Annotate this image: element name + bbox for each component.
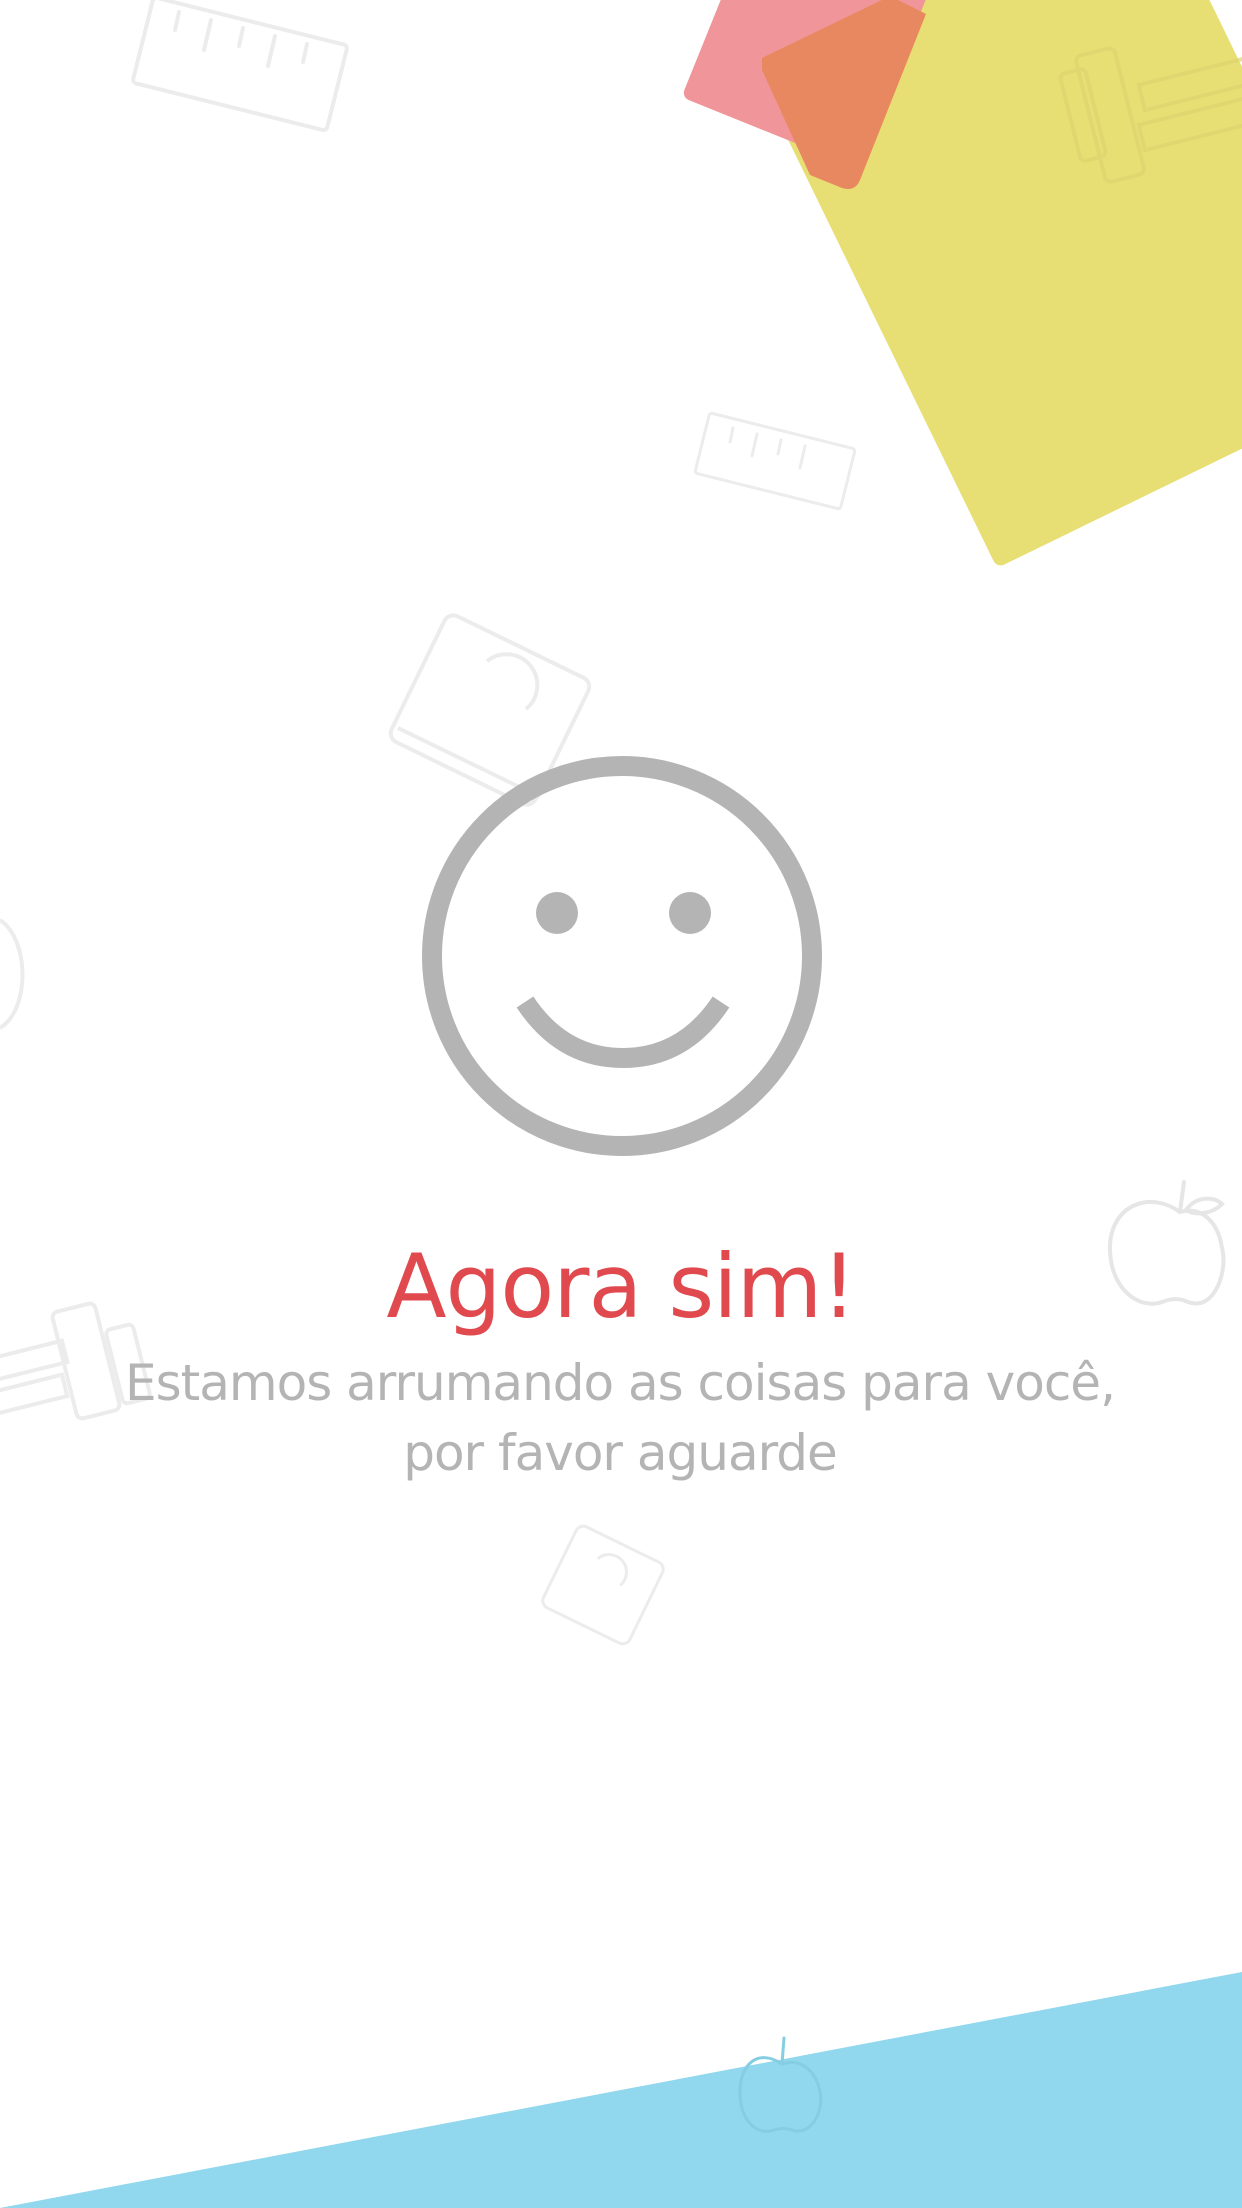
smiley-face-icon (422, 756, 822, 1156)
loading-screen: Agora sim! Estamos arrumando as coisas p… (0, 0, 1242, 2208)
loading-message: Estamos arrumando as coisas para você, p… (120, 1348, 1120, 1488)
loading-message-line-1: Estamos arrumando as coisas para você, (125, 1354, 1116, 1412)
loading-message-line-2: por favor aguarde (403, 1424, 838, 1482)
page-title: Agora sim! (386, 1235, 856, 1338)
content-area: Agora sim! Estamos arrumando as coisas p… (0, 0, 1242, 2208)
